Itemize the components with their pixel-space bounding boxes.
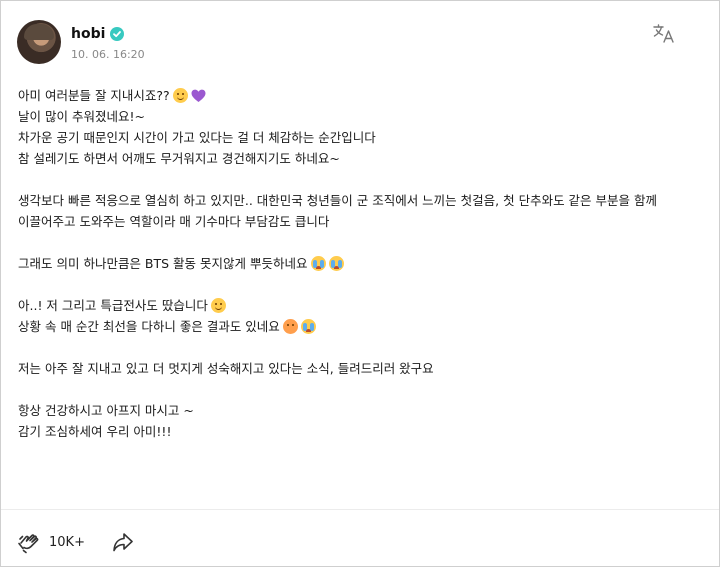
post-line: 그래도 의미 하나만큼은 BTS 활동 못지않게 뿌듯하네요	[18, 253, 708, 274]
post-line: 저는 아주 잘 지내고 있고 더 멋지게 성숙해지고 있다는 소식, 들려드리러…	[18, 358, 708, 379]
post-line-text: 아..! 저 그리고 특급전사도 땄습니다	[18, 298, 208, 313]
smiling-face-icon	[172, 88, 188, 103]
post-line: 아..! 저 그리고 특급전사도 땄습니다	[18, 295, 708, 316]
verified-badge-icon	[110, 27, 125, 41]
purple-heart-icon	[191, 88, 206, 102]
post-card: hobi 10. 06. 16:20 아미 여러분들 잘 지내시죠?? 날이 많이…	[0, 0, 720, 567]
post-paragraph: 항상 건강하시고 아프지 마시고 ~ 감기 조심하세여 우리 아미!!!	[18, 400, 708, 442]
author-name[interactable]: hobi	[71, 26, 105, 42]
like-hands-icon[interactable]	[17, 529, 43, 555]
post-timestamp: 10. 06. 16:20	[71, 48, 145, 61]
crying-face-icon	[310, 256, 326, 271]
post-line: 상황 속 매 순간 최선을 다하니 좋은 결과도 있네요	[18, 316, 708, 337]
post-line: 날이 많이 추워졌네요!~	[18, 106, 708, 127]
translate-icon[interactable]	[652, 23, 676, 45]
post-line-text: 상황 속 매 순간 최선을 다하니 좋은 결과도 있네요	[18, 319, 280, 334]
blushing-face-icon	[282, 319, 298, 334]
post-line-text: 이끌어주고 도와주는 역할이라 매 기수마다 부담감도 큽니다	[18, 214, 330, 229]
post-paragraph: 생각보다 빠른 적응으로 열심히 하고 있지만.. 대한민국 청년들이 군 조직…	[18, 190, 708, 232]
post-line: 차가운 공기 때문인지 시간이 가고 있다는 걸 더 체감하는 순간입니다	[18, 127, 708, 148]
share-arrow-icon[interactable]	[111, 530, 135, 554]
post-body: 아미 여러분들 잘 지내시죠?? 날이 많이 추워졌네요!~ 차가운 공기 때문인지…	[18, 85, 708, 463]
post-paragraph: 저는 아주 잘 지내고 있고 더 멋지게 성숙해지고 있다는 소식, 들려드리러…	[18, 358, 708, 379]
footer-divider	[1, 509, 719, 510]
post-paragraph: 아..! 저 그리고 특급전사도 땄습니다상황 속 매 순간 최선을 다하니 좋…	[18, 295, 708, 337]
post-line-text: 감기 조심하세여 우리 아미!!!	[18, 424, 172, 439]
smiling-face-icon	[210, 298, 226, 313]
post-line-text: 차가운 공기 때문인지 시간이 가고 있다는 걸 더 체감하는 순간입니다	[18, 130, 376, 145]
post-line-text: 참 설레기도 하면서 어깨도 무거워지고 경건해지기도 하네요~	[18, 151, 340, 166]
post-line-text: 그래도 의미 하나만큼은 BTS 활동 못지않게 뿌듯하네요	[18, 256, 308, 271]
post-actions: 10K+	[17, 529, 135, 555]
post-line-text: 아미 여러분들 잘 지내시죠??	[18, 88, 170, 103]
like-count: 10K+	[49, 534, 85, 550]
post-line: 감기 조심하세여 우리 아미!!!	[18, 421, 708, 442]
author-avatar[interactable]	[17, 20, 61, 64]
post-line: 참 설레기도 하면서 어깨도 무거워지고 경건해지기도 하네요~	[18, 148, 708, 169]
post-line-text: 날이 많이 추워졌네요!~	[18, 109, 145, 124]
post-paragraph: 아미 여러분들 잘 지내시죠?? 날이 많이 추워졌네요!~ 차가운 공기 때문인지…	[18, 85, 708, 169]
post-line: 항상 건강하시고 아프지 마시고 ~	[18, 400, 708, 421]
post-line: 아미 여러분들 잘 지내시죠??	[18, 85, 708, 106]
crying-face-icon	[328, 256, 344, 271]
crying-face-icon	[300, 319, 316, 334]
author-header: hobi	[71, 26, 125, 42]
post-paragraph: 그래도 의미 하나만큼은 BTS 활동 못지않게 뿌듯하네요	[18, 253, 708, 274]
post-line-text: 생각보다 빠른 적응으로 열심히 하고 있지만.. 대한민국 청년들이 군 조직…	[18, 193, 657, 208]
post-line: 생각보다 빠른 적응으로 열심히 하고 있지만.. 대한민국 청년들이 군 조직…	[18, 190, 708, 211]
post-line-text: 저는 아주 잘 지내고 있고 더 멋지게 성숙해지고 있다는 소식, 들려드리러…	[18, 361, 434, 376]
post-line: 이끌어주고 도와주는 역할이라 매 기수마다 부담감도 큽니다	[18, 211, 708, 232]
post-line-text: 항상 건강하시고 아프지 마시고 ~	[18, 403, 194, 418]
